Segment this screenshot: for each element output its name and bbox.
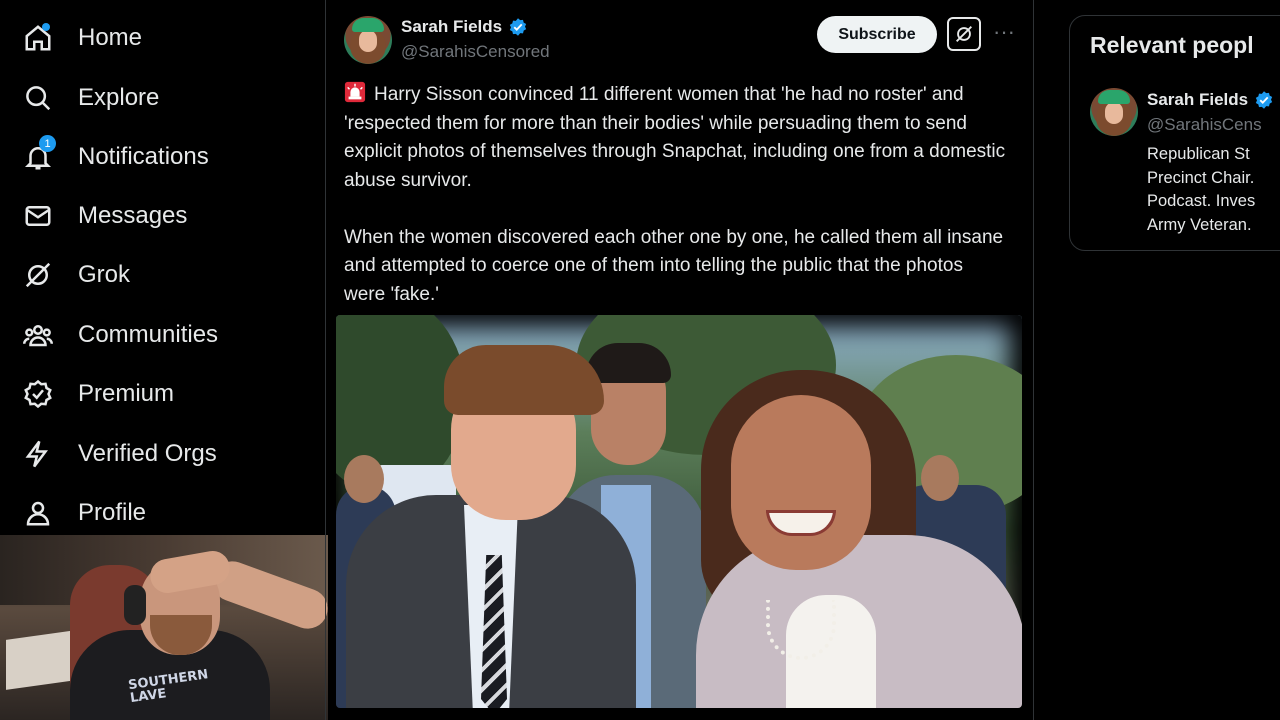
nav-item-profile[interactable]: Profile: [22, 491, 146, 535]
relevant-person-bio: Republican St Precinct Chair. Podcast. I…: [1147, 145, 1256, 234]
photo-bystander-head: [921, 455, 959, 501]
bell-icon: 1: [22, 135, 56, 173]
person-icon: [22, 497, 54, 529]
photo-man-hair: [444, 345, 604, 415]
headphones: [124, 585, 146, 625]
nav-item-premium[interactable]: Premium: [22, 372, 174, 416]
shirt-print: SOUTHERN LAVE: [127, 667, 210, 707]
nav-label-communities: Communities: [78, 321, 219, 348]
mail-icon: [22, 200, 54, 232]
photo-bystander-head: [344, 455, 384, 503]
grok-icon: [956, 26, 972, 42]
premium-icon: [22, 378, 54, 410]
siren-icon: [344, 81, 366, 103]
relevant-person-name[interactable]: Sarah Fields: [1147, 90, 1274, 110]
nav-label-premium: Premium: [78, 380, 175, 407]
notification-badge: 1: [39, 135, 56, 152]
search-icon: [22, 82, 54, 114]
home-icon: [22, 22, 54, 54]
nav-item-home[interactable]: Home: [22, 16, 142, 60]
webcam-box-prop: [6, 630, 76, 690]
relevant-person-avatar[interactable]: [1090, 88, 1138, 136]
nav-label-explore: Explore: [78, 84, 160, 111]
subscribe-button[interactable]: Subscribe: [817, 16, 937, 53]
nav-item-notifications[interactable]: 1 Notifications: [22, 135, 209, 179]
tweet-photo[interactable]: [336, 315, 1022, 708]
relevant-person-handle[interactable]: @SarahisCens: [1147, 115, 1262, 135]
tweet-text: Harry Sisson convinced 11 different wome…: [344, 81, 1009, 309]
relevant-people-title: Relevant peopl: [1090, 32, 1254, 58]
lightning-icon: [22, 438, 54, 470]
avatar-face: [359, 30, 377, 52]
tweet-paragraph-1: Harry Sisson convinced 11 different wome…: [344, 84, 1011, 191]
column-divider-right: [1033, 0, 1034, 720]
avatar-hat: [1098, 90, 1130, 104]
avatar[interactable]: [344, 16, 392, 64]
communities-icon: [22, 319, 54, 351]
avatar-hat: [352, 18, 384, 32]
nav-label-profile: Profile: [78, 499, 147, 526]
nav-label-grok: Grok: [78, 261, 131, 288]
nav-label-notifications: Notifications: [78, 143, 209, 170]
nav-item-messages[interactable]: Messages: [22, 194, 187, 238]
nav-label-home: Home: [78, 24, 143, 51]
nav-item-verified-orgs[interactable]: Verified Orgs: [22, 432, 217, 476]
more-options-icon[interactable]: ···: [990, 20, 1018, 48]
grok-icon: [22, 259, 54, 291]
tweet: Sarah Fields @SarahisCensored Subscribe …: [326, 0, 1033, 720]
tweet-paragraph-2: When the women discovered each other one…: [344, 226, 1009, 305]
verified-badge-icon: [1255, 91, 1273, 109]
grok-explain-button[interactable]: [947, 17, 981, 51]
avatar-face: [1105, 102, 1123, 124]
nav-item-grok[interactable]: Grok: [22, 253, 130, 297]
verified-badge-icon: [509, 18, 527, 36]
nav-label-verified-orgs: Verified Orgs: [78, 440, 217, 467]
relevant-person-name-text: Sarah Fields: [1147, 90, 1249, 109]
new-indicator-dot: [42, 23, 50, 31]
webcam-overlay: SOUTHERN LAVE: [0, 535, 328, 720]
author-name-text: Sarah Fields: [401, 17, 503, 36]
author-name[interactable]: Sarah Fields: [401, 17, 528, 37]
nav-item-explore[interactable]: Explore: [22, 76, 159, 120]
photo-woman-face: [731, 395, 871, 570]
nav-label-messages: Messages: [78, 202, 188, 229]
nav-item-communities[interactable]: Communities: [22, 313, 218, 357]
relevant-people-card: Relevant peopl Sarah Fields @SarahisCens…: [1069, 15, 1280, 251]
author-handle[interactable]: @SarahisCensored: [401, 42, 550, 62]
